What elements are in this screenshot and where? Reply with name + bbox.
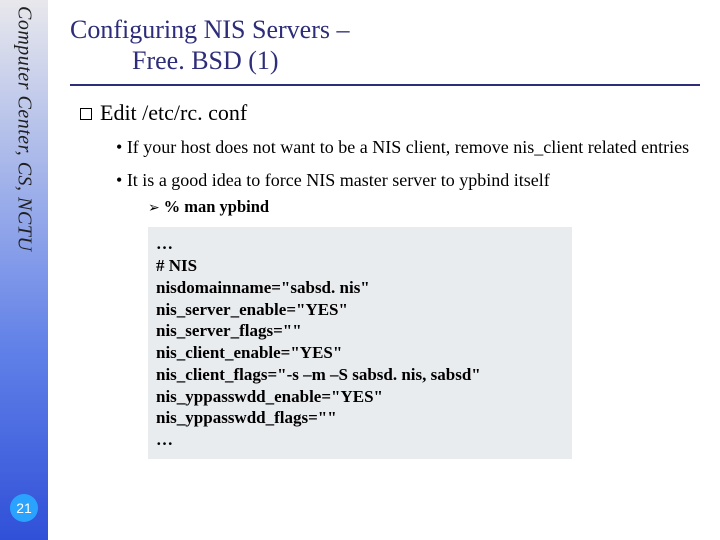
- bullet-level3-item: % man ypbind: [148, 197, 700, 217]
- code-line: nisdomainname="sabsd. nis": [156, 277, 564, 299]
- bullet-level1: Edit /etc/rc. conf: [80, 100, 700, 126]
- lvl1-text: Edit /etc/rc. conf: [100, 100, 247, 125]
- code-line: nis_server_enable="YES": [156, 299, 564, 321]
- code-line: …: [156, 429, 564, 451]
- code-line: nis_server_flags="": [156, 320, 564, 342]
- bullet2-text: It is a good idea to force NIS master se…: [127, 170, 550, 190]
- page-number: 21: [16, 500, 32, 516]
- code-line: nis_yppasswdd_flags="": [156, 407, 564, 429]
- code-line: …: [156, 233, 564, 255]
- title-line1: Configuring NIS Servers –: [70, 15, 349, 44]
- side-label-text: Computer Center, CS, NCTU: [13, 6, 36, 251]
- bullet-level2-item: It is a good idea to force NIS master se…: [116, 169, 700, 192]
- code-line: nis_yppasswdd_enable="YES": [156, 386, 564, 408]
- side-label-bar: Computer Center, CS, NCTU: [0, 0, 48, 540]
- slide-title: Configuring NIS Servers – Free. BSD (1): [70, 14, 700, 86]
- checkbox-bullet-icon: [80, 108, 92, 120]
- code-line: nis_client_enable="YES": [156, 342, 564, 364]
- code-block: … # NIS nisdomainname="sabsd. nis" nis_s…: [148, 227, 572, 459]
- code-line: nis_client_flags="-s –m –S sabsd. nis, s…: [156, 364, 564, 386]
- page-number-badge: 21: [10, 494, 38, 522]
- slide: Computer Center, CS, NCTU 21 Configuring…: [0, 0, 720, 540]
- bullet-level2-item: If your host does not want to be a NIS c…: [116, 136, 700, 159]
- content-area: Configuring NIS Servers – Free. BSD (1) …: [70, 14, 700, 459]
- bullet1-text: If your host does not want to be a NIS c…: [127, 137, 689, 157]
- sub1-text: % man ypbind: [164, 197, 269, 216]
- code-line: # NIS: [156, 255, 564, 277]
- title-line2: Free. BSD (1): [70, 45, 700, 76]
